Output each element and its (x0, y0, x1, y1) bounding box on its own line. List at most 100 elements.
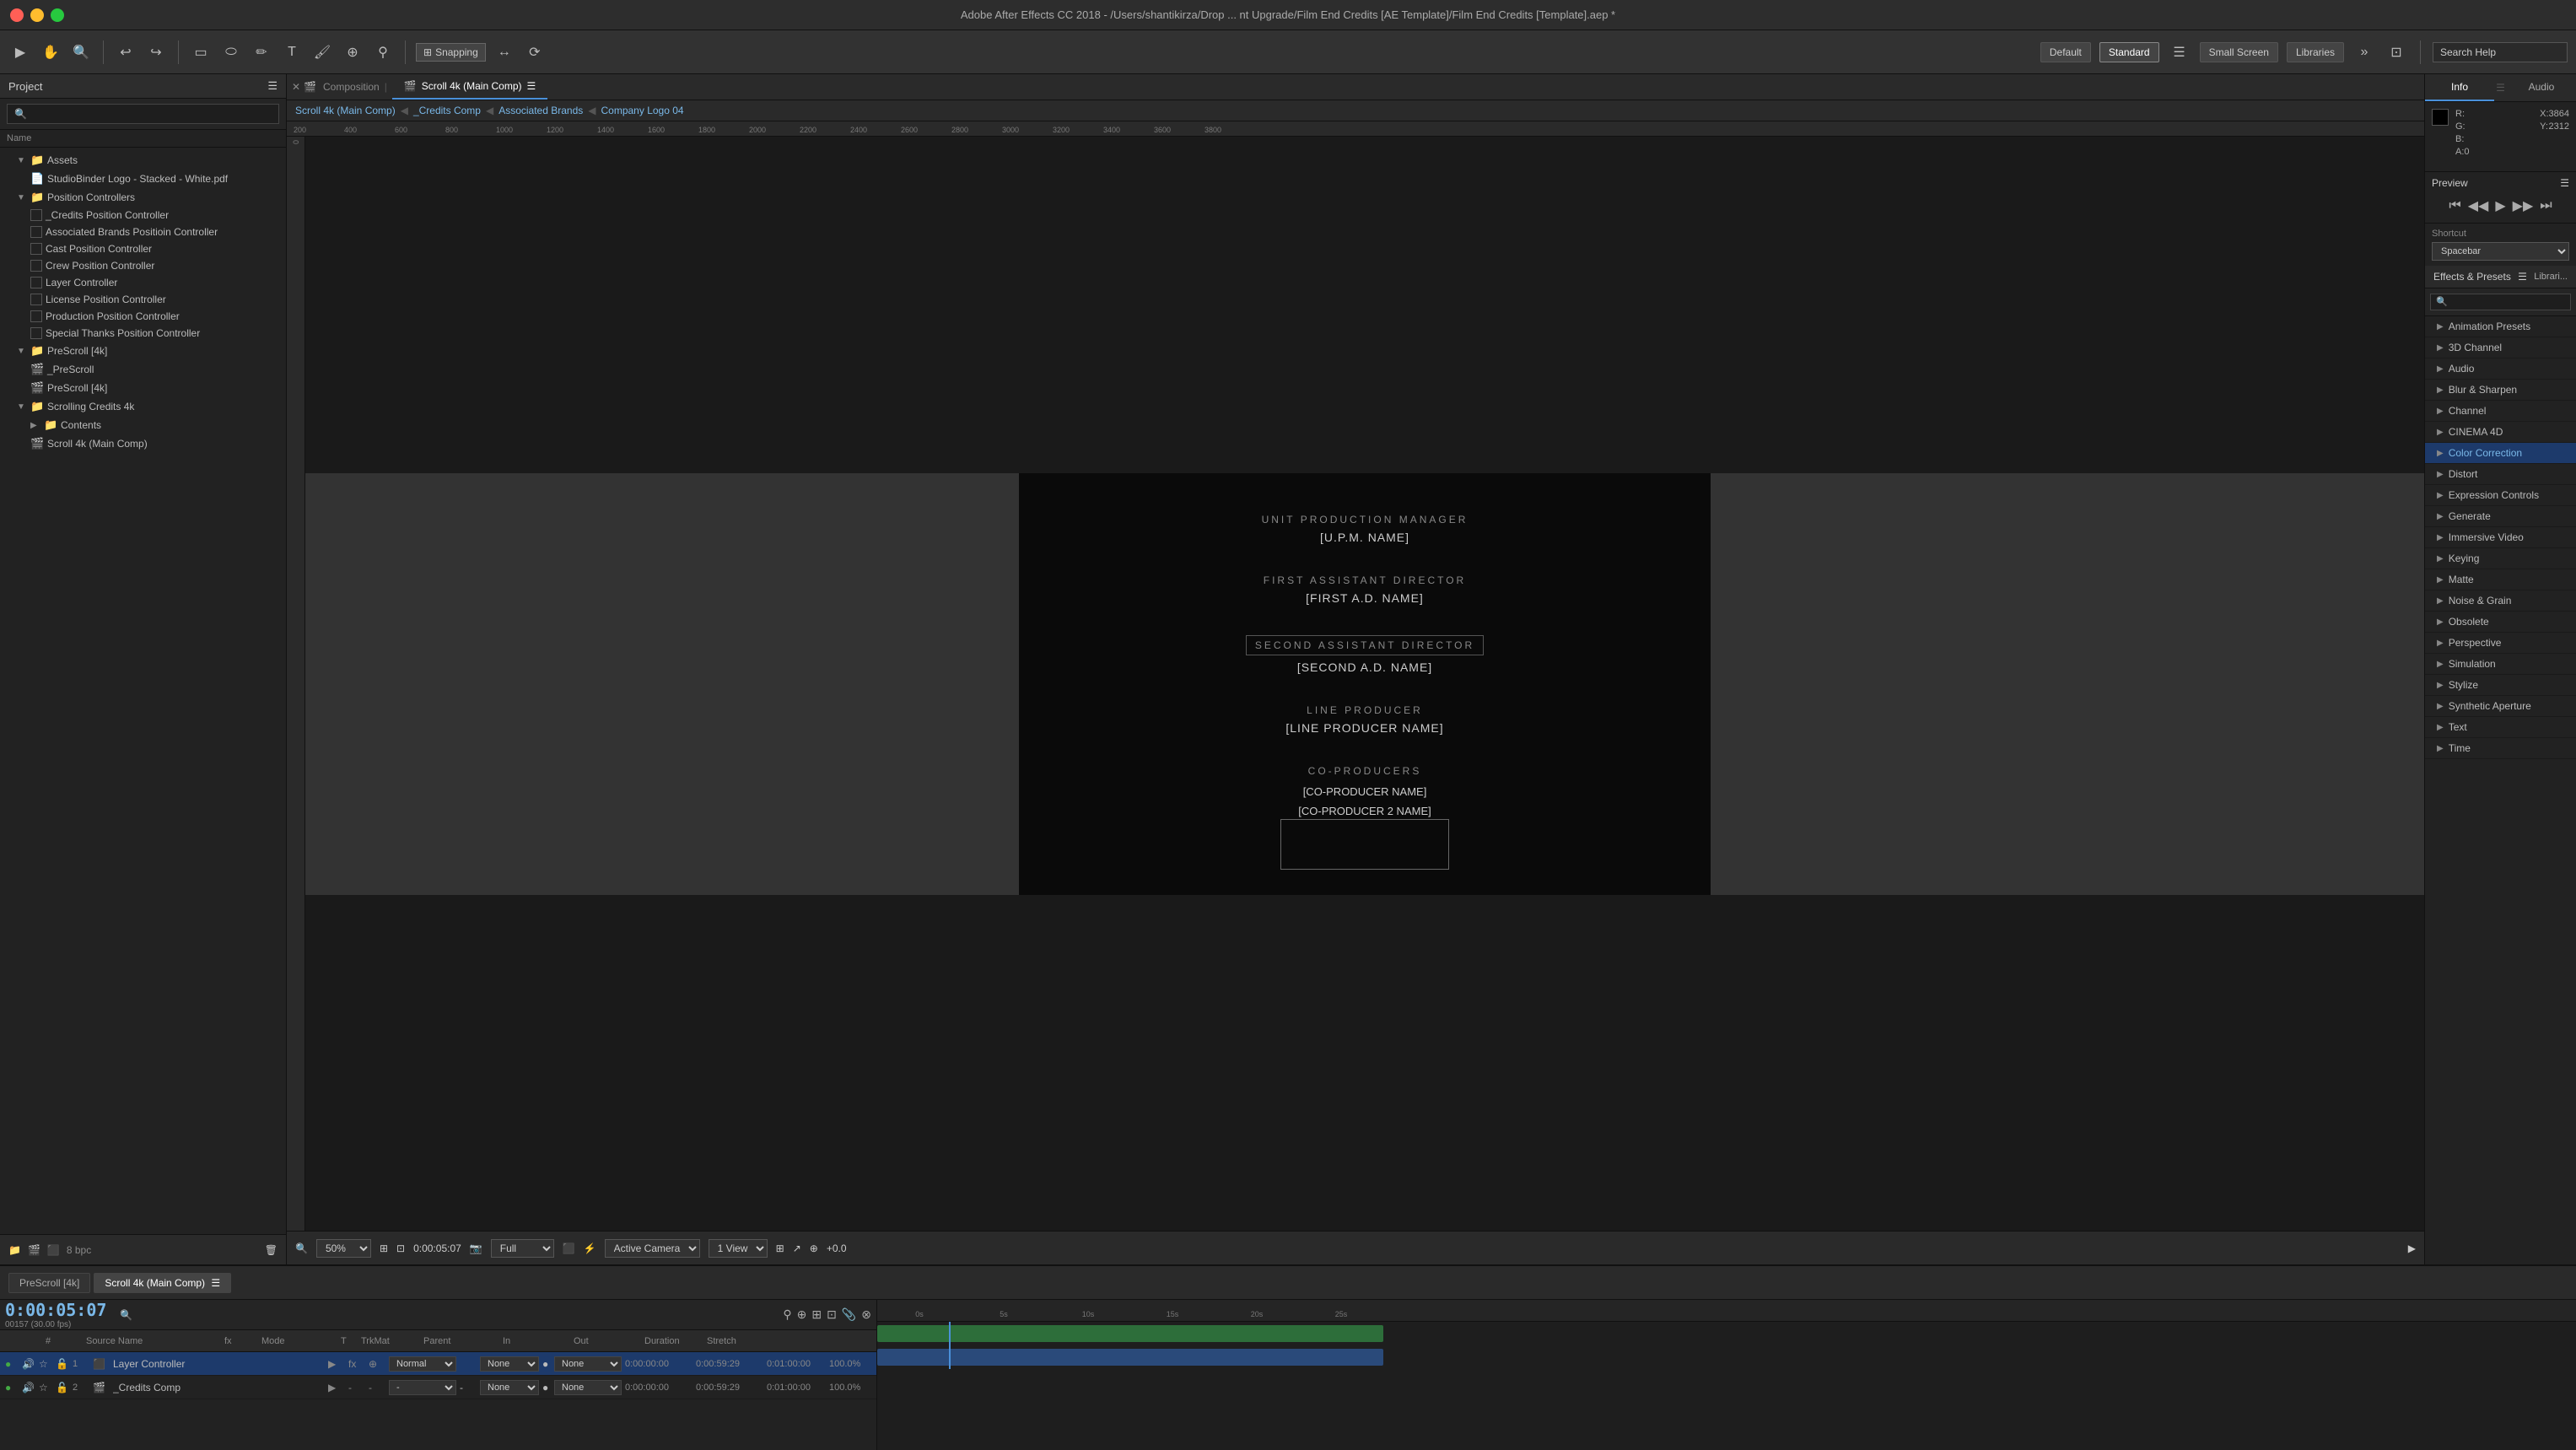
tab-info[interactable]: Info (2425, 74, 2494, 101)
tree-item-crew-ctrl[interactable]: Crew Position Controller (0, 257, 286, 274)
effect-generate[interactable]: ▶ Generate (2425, 506, 2576, 527)
effect-cinema4d[interactable]: ▶ CINEMA 4D (2425, 422, 2576, 443)
clone-tool[interactable]: ⊕ (341, 40, 364, 64)
expand-icon[interactable]: ▶ (2408, 1242, 2416, 1254)
layer-solo-1[interactable]: ☆ (39, 1358, 52, 1370)
track-bar-1[interactable] (877, 1322, 2576, 1345)
layer-checkbox[interactable] (30, 310, 42, 322)
layer-3d-2[interactable]: - (369, 1382, 385, 1393)
breadcrumb-item-logo[interactable]: Company Logo 04 (601, 105, 684, 116)
effect-keying[interactable]: ▶ Keying (2425, 548, 2576, 569)
new-comp-icon[interactable]: 🎬 (28, 1244, 40, 1256)
quality-select[interactable]: Full Half Third Quarter (491, 1239, 554, 1258)
tree-item-assets[interactable]: ▼ 📁 Assets (0, 151, 286, 170)
layer-checkbox[interactable] (30, 226, 42, 238)
effect-matte[interactable]: ▶ Matte (2425, 569, 2576, 590)
layer-solo-2[interactable]: ☆ (39, 1382, 52, 1393)
effect-channel[interactable]: ▶ Channel (2425, 401, 2576, 422)
effect-simulation[interactable]: ▶ Simulation (2425, 654, 2576, 675)
timeline-tab-main[interactable]: Scroll 4k (Main Comp) ☰ (94, 1273, 231, 1293)
effect-audio[interactable]: ▶ Audio (2425, 358, 2576, 380)
tree-item-main-comp[interactable]: 🎬 Scroll 4k (Main Comp) (0, 434, 286, 453)
motion-icon[interactable]: ⟳ (523, 40, 547, 64)
layer-trkmat-2[interactable]: None (480, 1380, 539, 1395)
res-icon[interactable]: ⬛ (563, 1242, 575, 1254)
fullscreen-icon[interactable]: ⊡ (2385, 40, 2408, 64)
layout-icons[interactable]: ⊞ (776, 1242, 784, 1254)
timeline-tab-prescroll[interactable]: PreScroll [4k] (8, 1273, 90, 1293)
breadcrumb-item-credits[interactable]: _Credits Comp (413, 105, 481, 116)
tl-icon-5[interactable]: 📎 (842, 1307, 856, 1322)
window-controls[interactable] (10, 8, 64, 22)
layer-checkbox[interactable] (30, 277, 42, 288)
tab-audio[interactable]: Audio (2507, 74, 2576, 101)
viewport-area[interactable]: UNIT PRODUCTION MANAGER [U.P.M. NAME] FI… (305, 473, 2424, 895)
workspace-default[interactable]: Default (2040, 42, 2091, 62)
tree-item-layer-ctrl[interactable]: Layer Controller (0, 274, 286, 291)
skip-forward-button[interactable]: ⏭ (2540, 198, 2552, 213)
layer-lock-1[interactable]: 🔓 (56, 1358, 69, 1370)
pen-tool[interactable]: ✏ (250, 40, 273, 64)
effect-color-correction[interactable]: ▶ Color Correction (2425, 443, 2576, 464)
layer-visibility-1[interactable]: ● (5, 1358, 19, 1370)
text-tool[interactable]: T (280, 40, 304, 64)
layer-switch-1[interactable]: ▶ (328, 1358, 345, 1370)
share-icon[interactable]: ↗ (793, 1242, 801, 1254)
timeline-track-area[interactable]: 0s 5s 10s 15s 20s 25s (877, 1300, 2576, 1450)
effects-menu[interactable]: ☰ (2518, 271, 2527, 283)
search-icon[interactable]: 🔍 (120, 1309, 132, 1321)
brush-tool[interactable]: 🖌 (310, 40, 334, 64)
tree-item-cast-ctrl[interactable]: Cast Position Controller (0, 240, 286, 257)
effect-immersive[interactable]: ▶ Immersive Video (2425, 527, 2576, 548)
tab-menu-icon[interactable]: ☰ (211, 1277, 220, 1289)
tree-item-prescroll-comp2[interactable]: 🎬 PreScroll [4k] (0, 379, 286, 397)
snapping-toggle[interactable]: ⊞ Snapping (416, 43, 486, 62)
comp-tab-menu[interactable]: ☰ (527, 80, 536, 92)
tree-item-scrolling[interactable]: ▼ 📁 Scrolling Credits 4k (0, 397, 286, 416)
zoom-tool[interactable]: 🔍 (69, 40, 93, 64)
effect-blur-sharpen[interactable]: ▶ Blur & Sharpen (2425, 380, 2576, 401)
camera-select[interactable]: Active Camera (605, 1239, 700, 1258)
workspace-libraries[interactable]: Libraries (2287, 42, 2344, 62)
layer-mode-select-1[interactable]: Normal (389, 1356, 456, 1372)
minimize-button[interactable] (30, 8, 44, 22)
tree-item-prescroll-comp1[interactable]: 🎬 _PreScroll (0, 360, 286, 379)
layer-checkbox[interactable] (30, 294, 42, 305)
layer-visibility-2[interactable]: ● (5, 1382, 19, 1393)
layer-parent-1[interactable]: None (554, 1356, 622, 1372)
rectangle-tool[interactable]: ▭ (189, 40, 213, 64)
effect-text[interactable]: ▶ Text (2425, 717, 2576, 738)
new-solid-icon[interactable]: ⬛ (47, 1244, 60, 1256)
tree-item-license-ctrl[interactable]: License Position Controller (0, 291, 286, 308)
effect-time[interactable]: ▶ Time (2425, 738, 2576, 759)
effect-stylize[interactable]: ▶ Stylize (2425, 675, 2576, 696)
layer-audio-1[interactable]: 🔊 (22, 1358, 35, 1370)
layer-row-2[interactable]: ● 🔊 ☆ 🔓 2 🎬 _Credits Comp ▶ - - - - None… (0, 1376, 876, 1399)
comp-tab-main[interactable]: 🎬 Scroll 4k (Main Comp) ☰ (392, 74, 547, 100)
tree-item-specialthanks-ctrl[interactable]: Special Thanks Position Controller (0, 325, 286, 342)
workspace-menu-icon[interactable]: ☰ (2168, 40, 2191, 64)
tl-icon-3[interactable]: ⊞ (811, 1307, 822, 1322)
tl-icon-6[interactable]: ⊗ (861, 1307, 871, 1322)
effect-distort[interactable]: ▶ Distort (2425, 464, 2576, 485)
layer-checkbox[interactable] (30, 243, 42, 255)
tl-icon-2[interactable]: ⊕ (797, 1307, 807, 1322)
workspace-standard[interactable]: Standard (2099, 42, 2159, 62)
layer-mode-select-2[interactable]: - (389, 1380, 456, 1395)
workspace-small[interactable]: Small Screen (2200, 42, 2278, 62)
track-bar-2[interactable] (877, 1345, 2576, 1369)
grid-icon[interactable]: ⊞ (380, 1242, 388, 1254)
tree-item-production-ctrl[interactable]: Production Position Controller (0, 308, 286, 325)
flow-icon[interactable]: ↔ (493, 40, 516, 64)
tree-item-contents[interactable]: ▶ 📁 Contents (0, 416, 286, 434)
undo-tool[interactable]: ↩ (114, 40, 137, 64)
snap-icon[interactable]: ⊕ (810, 1242, 818, 1254)
tl-icon-4[interactable]: ⊡ (827, 1307, 837, 1322)
playhead[interactable] (949, 1322, 951, 1369)
maximize-button[interactable] (51, 8, 64, 22)
preview-menu[interactable]: ☰ (2560, 177, 2569, 189)
effect-expression[interactable]: ▶ Expression Controls (2425, 485, 2576, 506)
workspace-expand-icon[interactable]: » (2352, 40, 2376, 64)
tree-item-credits-ctrl[interactable]: _Credits Position Controller (0, 207, 286, 224)
project-menu-icon[interactable]: ☰ (267, 79, 278, 93)
